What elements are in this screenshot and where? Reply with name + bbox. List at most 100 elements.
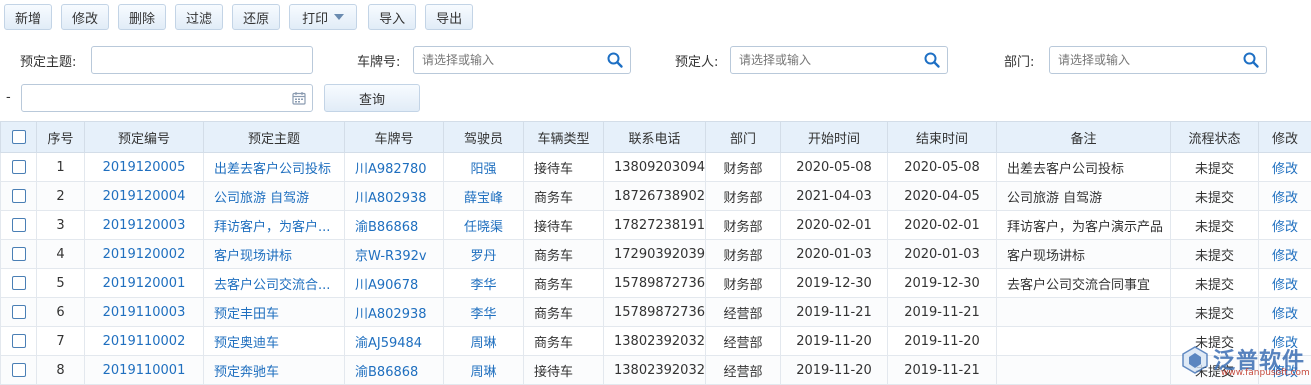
end-date: 2020-04-05 [887, 181, 997, 211]
booking-code-link[interactable]: 2019120004 [84, 181, 204, 211]
edit-link[interactable]: 修改 [1258, 297, 1311, 327]
plate-link[interactable]: 渝B86868 [344, 210, 444, 240]
subject-link[interactable]: 预定丰田车 [203, 297, 345, 327]
toolbar: 新增 修改 删除 过滤 还原 打印 导入 导出 [4, 4, 474, 32]
select-all-checkbox[interactable] [11, 130, 26, 144]
table-row[interactable]: 6 2019110003 预定丰田车 川A802938 李华 商务车 15789872736… [0, 297, 1311, 327]
department: 财务部 [705, 268, 781, 298]
row-select-cell [0, 297, 37, 327]
import-button[interactable]: 导入 [368, 4, 417, 30]
select-all-cell [0, 121, 37, 153]
table-row[interactable]: 1 2019120005 出差去客户公司投标 川A982780 阳强 接待车 1380920… [0, 152, 1311, 182]
table-row[interactable]: 2 2019120004 公司旅游 自驾游 川A802938 薛宝峰 商务车 1872673… [0, 181, 1311, 211]
calendar-icon[interactable] [292, 91, 306, 105]
status: 未提交 [1170, 355, 1259, 385]
subject-input[interactable] [92, 47, 312, 73]
edit-link[interactable]: 修改 [1258, 181, 1311, 211]
edit-link[interactable]: 修改 [1258, 355, 1311, 385]
start-date: 2019-11-20 [780, 326, 888, 356]
subject-link[interactable]: 去客户公司交流合... [203, 268, 345, 298]
date-input[interactable] [22, 85, 292, 111]
add-button[interactable]: 新增 [4, 4, 53, 30]
driver-link[interactable]: 薛宝峰 [443, 181, 524, 211]
vehicle-type: 接待车 [523, 152, 604, 182]
note: 出差去客户公司投标 [996, 152, 1171, 182]
booking-code-link[interactable]: 2019110001 [84, 355, 204, 385]
phone: 13802392032 [603, 355, 706, 385]
delete-button[interactable]: 删除 [118, 4, 167, 30]
booking-code-link[interactable]: 2019110003 [84, 297, 204, 327]
row-checkbox[interactable] [11, 305, 26, 319]
search-icon[interactable] [606, 51, 624, 69]
driver-link[interactable]: 任晓渠 [443, 210, 524, 240]
subject-link[interactable]: 客户现场讲标 [203, 239, 345, 269]
print-button[interactable]: 打印 [289, 4, 358, 30]
edit-button[interactable]: 修改 [61, 4, 110, 30]
search-icon[interactable] [923, 51, 941, 69]
table-row[interactable]: 5 2019120001 去客户公司交流合... 川A90678 李华 商务车 157898… [0, 268, 1311, 298]
row-checkbox[interactable] [11, 160, 26, 174]
date-field-wrap [21, 84, 313, 112]
plate-input[interactable] [414, 47, 606, 73]
booking-code-link[interactable]: 2019120002 [84, 239, 204, 269]
vehicle-type: 商务车 [523, 181, 604, 211]
row-checkbox[interactable] [11, 363, 26, 377]
edit-link[interactable]: 修改 [1258, 210, 1311, 240]
row-checkbox[interactable] [11, 247, 26, 261]
row-number: 6 [36, 297, 85, 327]
query-button[interactable]: 查询 [324, 84, 420, 112]
row-checkbox[interactable] [11, 218, 26, 232]
row-checkbox[interactable] [11, 276, 26, 290]
driver-link[interactable]: 李华 [443, 297, 524, 327]
search-icon[interactable] [1242, 51, 1260, 69]
vehicle-type: 商务车 [523, 326, 604, 356]
note: 拜访客户，为客户演示产品 [996, 210, 1171, 240]
booker-input[interactable] [731, 47, 923, 73]
table-row[interactable]: 3 2019120003 拜访客户，为客户... 渝B86868 任晓渠 接待车 17827… [0, 210, 1311, 240]
booking-code-link[interactable]: 2019120005 [84, 152, 204, 182]
plate-link[interactable]: 京W-R392v [344, 239, 444, 269]
phone: 17290392039 [603, 239, 706, 269]
subject-link[interactable]: 拜访客户，为客户... [203, 210, 345, 240]
subject-link[interactable]: 预定奥迪车 [203, 326, 345, 356]
driver-link[interactable]: 罗丹 [443, 239, 524, 269]
edit-link[interactable]: 修改 [1258, 268, 1311, 298]
plate-link[interactable]: 川A90678 [344, 268, 444, 298]
booking-code-link[interactable]: 2019120003 [84, 210, 204, 240]
subject-link[interactable]: 公司旅游 自驾游 [203, 181, 345, 211]
table-row[interactable]: 8 2019110001 预定奔驰车 渝B86868 周琳 接待车 13802392032 经… [0, 355, 1311, 385]
note [996, 326, 1171, 356]
edit-link[interactable]: 修改 [1258, 326, 1311, 356]
edit-link[interactable]: 修改 [1258, 239, 1311, 269]
booking-code-link[interactable]: 2019120001 [84, 268, 204, 298]
plate-link[interactable]: 川A982780 [344, 152, 444, 182]
table-row[interactable]: 4 2019120002 客户现场讲标 京W-R392v 罗丹 商务车 1729039203… [0, 239, 1311, 269]
dept-input[interactable] [1050, 47, 1242, 73]
driver-link[interactable]: 周琳 [443, 355, 524, 385]
driver-link[interactable]: 李华 [443, 268, 524, 298]
plate-link[interactable]: 渝B86868 [344, 355, 444, 385]
vehicle-type: 商务车 [523, 239, 604, 269]
export-button[interactable]: 导出 [425, 4, 474, 30]
start-date: 2021-04-03 [780, 181, 888, 211]
restore-button[interactable]: 还原 [232, 4, 281, 30]
row-number: 5 [36, 268, 85, 298]
driver-link[interactable]: 周琳 [443, 326, 524, 356]
row-checkbox[interactable] [11, 334, 26, 348]
row-number: 1 [36, 152, 85, 182]
column-header: 结束时间 [887, 121, 997, 153]
plate-link[interactable]: 川A802938 [344, 297, 444, 327]
driver-link[interactable]: 阳强 [443, 152, 524, 182]
column-header: 预定主题 [203, 121, 345, 153]
filter-button[interactable]: 过滤 [175, 4, 224, 30]
plate-link[interactable]: 川A802938 [344, 181, 444, 211]
subject-link[interactable]: 出差去客户公司投标 [203, 152, 345, 182]
row-number: 3 [36, 210, 85, 240]
table-row[interactable]: 7 2019110002 预定奥迪车 渝AJ59484 周琳 商务车 13802392032… [0, 326, 1311, 356]
plate-link[interactable]: 渝AJ59484 [344, 326, 444, 356]
edit-link[interactable]: 修改 [1258, 152, 1311, 182]
row-number: 8 [36, 355, 85, 385]
subject-link[interactable]: 预定奔驰车 [203, 355, 345, 385]
row-checkbox[interactable] [11, 189, 26, 203]
booking-code-link[interactable]: 2019110002 [84, 326, 204, 356]
